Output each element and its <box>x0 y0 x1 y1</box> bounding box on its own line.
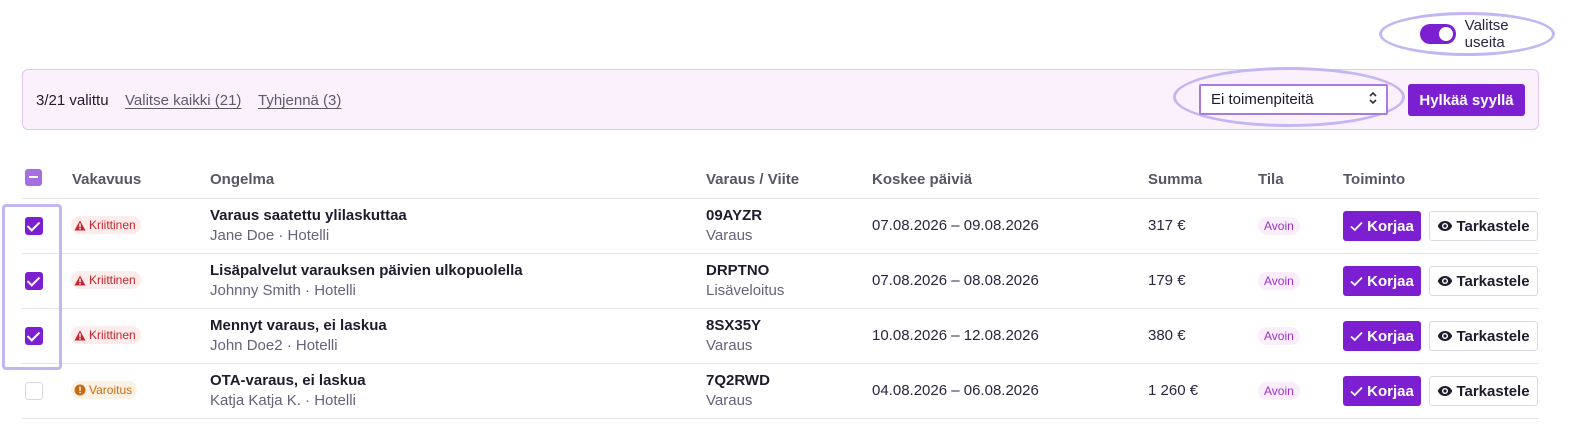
table-row[interactable]: Kriittinen Mennyt varaus, ei laskua John… <box>22 309 1539 364</box>
checkmark-icon <box>1350 386 1363 397</box>
fix-button[interactable]: Korjaa <box>1343 376 1421 406</box>
severity-label: Kriittinen <box>89 273 136 287</box>
multi-select-toggle-highlight: Valitse useita <box>1379 12 1555 56</box>
checkmark-icon <box>1350 221 1363 232</box>
header-dates[interactable]: Koskee päiviä <box>872 171 972 188</box>
view-button-label: Tarkastele <box>1456 382 1530 400</box>
problem-title: Varaus saatettu ylilaskuttaa <box>210 207 407 224</box>
fix-button[interactable]: Korjaa <box>1343 211 1421 241</box>
problem-subtitle: Katja Katja K. · Hotelli <box>210 392 356 409</box>
fix-button-label: Korjaa <box>1367 272 1414 290</box>
view-button-label: Tarkastele <box>1456 327 1530 345</box>
severity-badge: Varoitus <box>71 381 138 399</box>
problem-subtitle: John Doe2 · Hotelli <box>210 337 338 354</box>
view-button-label: Tarkastele <box>1456 272 1530 290</box>
fix-button[interactable]: Korjaa <box>1343 266 1421 296</box>
chevron-updown-icon <box>1368 89 1378 110</box>
warning-triangle-icon <box>74 275 86 286</box>
fix-button[interactable]: Korjaa <box>1343 321 1421 351</box>
header-action: Toiminto <box>1343 171 1406 188</box>
date-range: 07.08.2026 – 08.08.2026 <box>872 272 1039 289</box>
date-range: 10.08.2026 – 12.08.2026 <box>872 327 1039 344</box>
problem-title: OTA-varaus, ei laskua <box>210 372 366 389</box>
table-row[interactable]: Varoitus OTA-varaus, ei laskua Katja Kat… <box>22 364 1539 419</box>
reference-id: 8SX35Y <box>706 317 762 334</box>
severity-badge: Kriittinen <box>71 271 141 289</box>
table-row[interactable]: Kriittinen Varaus saatettu ylilaskuttaa … <box>22 199 1539 254</box>
bulk-action-select[interactable]: Ei toimenpiteitä <box>1199 84 1388 115</box>
severity-badge: Kriittinen <box>71 216 141 234</box>
amount: 179 € <box>1148 272 1186 289</box>
fix-button-label: Korjaa <box>1367 217 1414 235</box>
header-amount[interactable]: Summa <box>1148 171 1202 188</box>
view-button[interactable]: Tarkastele <box>1429 376 1538 406</box>
header-severity[interactable]: Vakavuus <box>72 171 141 188</box>
amount: 380 € <box>1148 327 1186 344</box>
warning-triangle-icon <box>74 220 86 231</box>
clear-selection-link[interactable]: Tyhjennä (3) <box>258 92 341 109</box>
row-checkbox[interactable] <box>25 382 43 400</box>
table-header: Vakavuus Ongelma Varaus / Viite Koskee p… <box>22 160 1539 199</box>
severity-label: Kriittinen <box>89 218 136 232</box>
severity-label: Varoitus <box>89 383 133 397</box>
reference-type: Varaus <box>706 227 753 244</box>
reference-id: 09AYZR <box>706 207 763 224</box>
eye-icon <box>1437 220 1453 232</box>
status-badge: Avoin <box>1258 327 1300 345</box>
select-all-link[interactable]: Valitse kaikki (21) <box>125 92 241 109</box>
amount: 1 260 € <box>1148 382 1199 399</box>
problem-subtitle: Johnny Smith · Hotelli <box>210 282 356 299</box>
fix-button-label: Korjaa <box>1367 382 1414 400</box>
view-button[interactable]: Tarkastele <box>1429 211 1538 241</box>
fix-button-label: Korjaa <box>1367 327 1414 345</box>
reject-with-reason-button[interactable]: Hylkää syyllä <box>1408 84 1525 116</box>
header-reference[interactable]: Varaus / Viite <box>706 171 799 188</box>
status-badge: Avoin <box>1258 217 1300 235</box>
eye-icon <box>1437 385 1453 397</box>
checkmark-icon <box>1350 276 1363 287</box>
problem-title: Lisäpalvelut varauksen päivien ulkopuole… <box>210 262 523 279</box>
date-range: 07.08.2026 – 09.08.2026 <box>872 217 1039 234</box>
bulk-action-select-value: Ei toimenpiteitä <box>1211 91 1314 108</box>
header-problem[interactable]: Ongelma <box>210 171 274 188</box>
exclamation-circle-icon <box>74 384 86 396</box>
reference-type: Varaus <box>706 392 753 409</box>
reference-type: Varaus <box>706 337 753 354</box>
reference-id: 7Q2RWD <box>706 372 770 389</box>
severity-label: Kriittinen <box>89 328 136 342</box>
eye-icon <box>1437 275 1453 287</box>
view-button-label: Tarkastele <box>1456 217 1530 235</box>
date-range: 04.08.2026 – 06.08.2026 <box>872 382 1039 399</box>
select-all-checkbox[interactable] <box>25 169 42 186</box>
multi-select-toggle[interactable] <box>1420 24 1456 44</box>
problem-subtitle: Jane Doe · Hotelli <box>210 227 330 244</box>
bulk-action-bar: 3/21 valittu Valitse kaikki (21) Tyhjenn… <box>22 67 1539 130</box>
table-row[interactable]: Kriittinen Lisäpalvelut varauksen päivie… <box>22 254 1539 309</box>
severity-badge: Kriittinen <box>71 326 141 344</box>
status-badge: Avoin <box>1258 382 1300 400</box>
amount: 317 € <box>1148 217 1186 234</box>
eye-icon <box>1437 330 1453 342</box>
selected-checkboxes-highlight <box>2 204 62 370</box>
view-button[interactable]: Tarkastele <box>1429 321 1538 351</box>
view-button[interactable]: Tarkastele <box>1429 266 1538 296</box>
header-status[interactable]: Tila <box>1258 171 1284 188</box>
status-badge: Avoin <box>1258 272 1300 290</box>
reference-type: Lisäveloitus <box>706 282 785 299</box>
problem-title: Mennyt varaus, ei laskua <box>210 317 387 334</box>
selected-count: 3/21 valittu <box>36 92 109 109</box>
checkmark-icon <box>1350 331 1363 342</box>
multi-select-label[interactable]: Valitse useita <box>1465 17 1552 51</box>
reference-id: DRPTNO <box>706 262 770 279</box>
warning-triangle-icon <box>74 330 86 341</box>
